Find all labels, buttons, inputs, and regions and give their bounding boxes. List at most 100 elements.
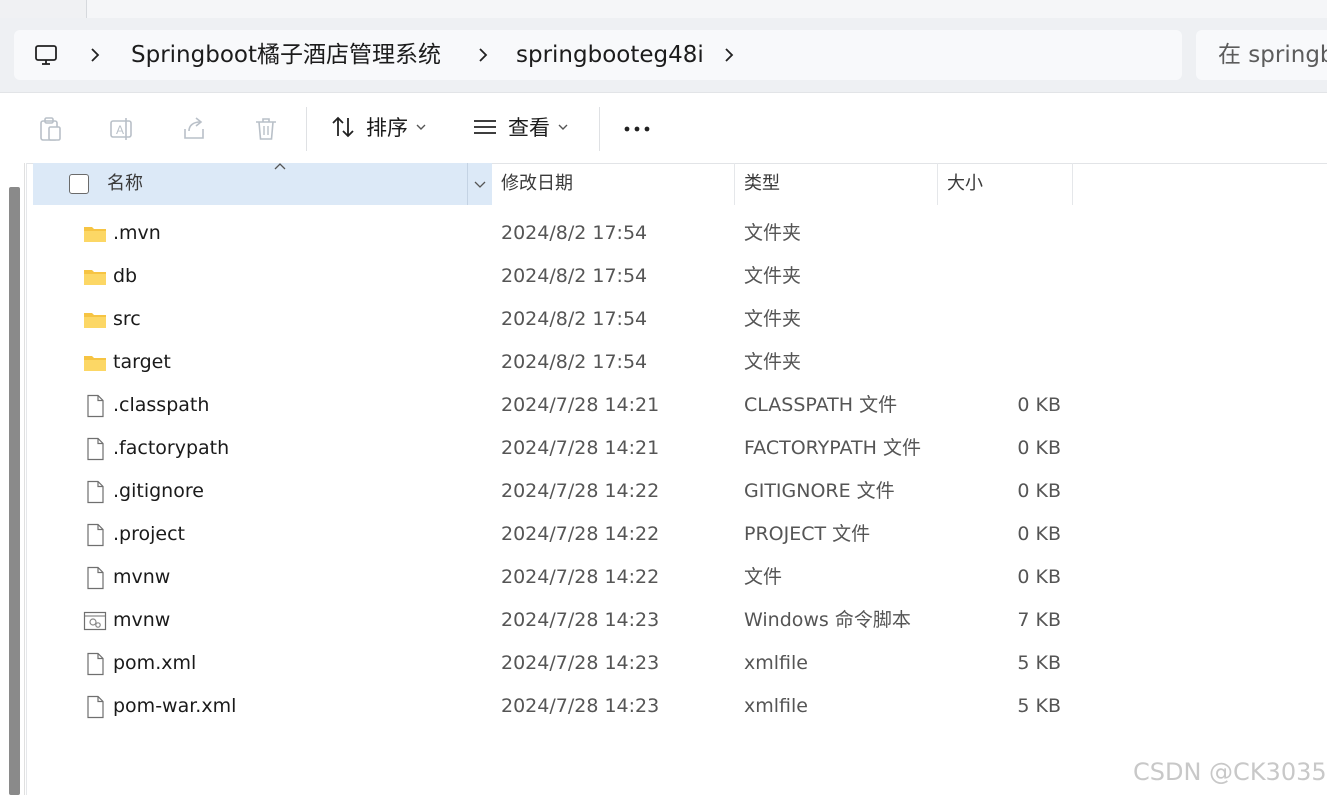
file-type: 文件夹 [744, 308, 802, 330]
file-type: CLASSPATH 文件 [744, 394, 898, 416]
file-icon [83, 394, 107, 418]
sort-ascending-icon [274, 163, 286, 170]
file-name[interactable]: db [113, 264, 137, 288]
tab-strip-left [0, 0, 86, 18]
toolbar-divider [306, 107, 307, 151]
file-name[interactable]: .project [113, 522, 185, 546]
file-icon [83, 437, 107, 461]
search-placeholder: 在 springb [1218, 42, 1327, 68]
column-divider[interactable] [937, 163, 938, 205]
file-row[interactable]: .mvn 2024/8/2 17:54 文件夹 [33, 212, 1327, 255]
file-name[interactable]: target [113, 350, 171, 374]
column-divider[interactable] [734, 163, 735, 205]
file-name[interactable]: pom-war.xml [113, 694, 236, 718]
file-row[interactable]: target 2024/8/2 17:54 文件夹 [33, 341, 1327, 384]
file-icon [83, 523, 107, 547]
file-row[interactable]: mvnw 2024/7/28 14:23 Windows 命令脚本 7 KB [33, 599, 1327, 642]
file-size: 0 KB [1017, 480, 1061, 502]
column-divider[interactable] [1072, 163, 1073, 205]
search-box[interactable]: 在 springb [1196, 30, 1327, 80]
command-bar: A 排序 查看 [0, 92, 1327, 164]
file-row[interactable]: src 2024/8/2 17:54 文件夹 [33, 298, 1327, 341]
file-type: GITIGNORE 文件 [744, 480, 895, 502]
sort-icon [332, 116, 354, 138]
sort-button[interactable]: 排序 [330, 109, 426, 145]
file-name[interactable]: src [113, 307, 141, 331]
share-icon[interactable] [180, 115, 208, 143]
view-button[interactable]: 查看 [472, 109, 568, 145]
view-icon [474, 120, 496, 134]
column-header-size[interactable]: 大小 [947, 173, 983, 195]
file-row[interactable]: .gitignore 2024/7/28 14:22 GITIGNORE 文件 0 K… [33, 470, 1327, 513]
navigation-pane [0, 163, 27, 795]
chevron-right-icon[interactable] [720, 43, 738, 67]
file-name[interactable]: .factorypath [113, 436, 229, 460]
file-row[interactable]: mvnw 2024/7/28 14:22 文件 0 KB [33, 556, 1327, 599]
breadcrumb-item-folder[interactable]: springbooteg48i [516, 40, 704, 70]
file-type: 文件夹 [744, 222, 802, 244]
column-header-type[interactable]: 类型 [744, 173, 780, 195]
file-icon [83, 695, 107, 719]
file-row[interactable]: .project 2024/7/28 14:22 PROJECT 文件 0 KB [33, 513, 1327, 556]
file-name[interactable]: .gitignore [113, 479, 204, 503]
file-date-modified: 2024/7/28 14:23 [501, 652, 660, 674]
rename-icon[interactable]: A [107, 115, 135, 143]
file-size: 0 KB [1017, 437, 1061, 459]
file-size: 5 KB [1017, 652, 1061, 674]
file-date-modified: 2024/7/28 14:22 [501, 480, 660, 502]
file-size: 5 KB [1017, 695, 1061, 717]
script-file-icon [83, 609, 107, 633]
breadcrumb[interactable]: Springboot橘子酒店管理系统 springbooteg48i [14, 30, 1182, 80]
file-row[interactable]: pom-war.xml 2024/7/28 14:23 xmlfile 5 KB [33, 685, 1327, 728]
breadcrumb-item-project[interactable]: Springboot橘子酒店管理系统 [131, 40, 441, 70]
file-type: xmlfile [744, 695, 808, 717]
file-row[interactable]: .classpath 2024/7/28 14:21 CLASSPATH 文件 0 K… [33, 384, 1327, 427]
column-header-date[interactable]: 修改日期 [501, 173, 573, 195]
file-type: Windows 命令脚本 [744, 609, 911, 631]
pane-divider [24, 163, 25, 795]
nav-scrollbar-thumb[interactable] [9, 187, 20, 795]
file-name[interactable]: .classpath [113, 393, 209, 417]
file-icon [83, 480, 107, 504]
file-icon [83, 566, 107, 590]
file-list: .mvn 2024/8/2 17:54 文件夹 db 2024/8/2 17:54 文件夹… [33, 212, 1327, 728]
file-row[interactable]: pom.xml 2024/7/28 14:23 xmlfile 5 KB [33, 642, 1327, 685]
file-date-modified: 2024/7/28 14:23 [501, 609, 660, 631]
file-date-modified: 2024/7/28 14:21 [501, 394, 660, 416]
folder-icon [83, 222, 107, 246]
file-date-modified: 2024/8/2 17:54 [501, 222, 648, 244]
watermark: CSDN @CK3035 [1133, 758, 1327, 786]
file-type: PROJECT 文件 [744, 523, 871, 545]
active-tab[interactable] [86, 0, 1327, 19]
column-header-name[interactable]: 名称 [33, 163, 491, 205]
chevron-down-icon [416, 124, 426, 130]
column-header-name-dropdown[interactable] [467, 163, 492, 205]
computer-icon[interactable] [34, 43, 58, 67]
folder-icon [83, 308, 107, 332]
chevron-right-icon[interactable] [86, 43, 104, 67]
column-headers: 名称 修改日期 类型 大小 [33, 163, 1327, 205]
file-date-modified: 2024/8/2 17:54 [501, 265, 648, 287]
file-size: 0 KB [1017, 523, 1061, 545]
file-name[interactable]: mvnw [113, 608, 170, 632]
file-row[interactable]: db 2024/8/2 17:54 文件夹 [33, 255, 1327, 298]
delete-icon[interactable] [252, 115, 280, 143]
file-type: FACTORYPATH 文件 [744, 437, 921, 459]
view-label: 查看 [508, 116, 550, 140]
file-size: 0 KB [1017, 566, 1061, 588]
file-row[interactable]: .factorypath 2024/7/28 14:21 FACTORYPATH 文… [33, 427, 1327, 470]
file-type: 文件夹 [744, 351, 802, 373]
chevron-down-icon [558, 124, 568, 130]
folder-icon [83, 265, 107, 289]
file-name[interactable]: pom.xml [113, 651, 196, 675]
svg-text:A: A [116, 123, 124, 137]
select-all-checkbox[interactable] [69, 174, 89, 194]
file-date-modified: 2024/8/2 17:54 [501, 308, 648, 330]
chevron-right-icon[interactable] [474, 43, 492, 67]
more-options-icon[interactable] [622, 119, 652, 139]
file-name[interactable]: mvnw [113, 565, 170, 589]
file-type: xmlfile [744, 652, 808, 674]
file-name[interactable]: .mvn [113, 221, 161, 245]
paste-icon[interactable] [36, 115, 64, 143]
file-date-modified: 2024/8/2 17:54 [501, 351, 648, 373]
